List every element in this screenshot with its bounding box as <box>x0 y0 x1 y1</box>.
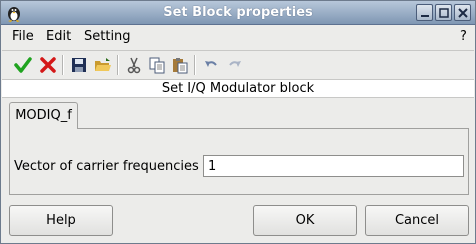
copy-icon[interactable] <box>146 54 168 76</box>
ok-check-icon[interactable] <box>12 54 34 76</box>
toolbar-separator <box>194 55 196 75</box>
toolbar-separator <box>117 55 119 75</box>
title-bar[interactable]: Set Block properties <box>1 1 475 25</box>
param-label-carrier-frequencies: Vector of carrier frequencies <box>14 159 199 174</box>
close-button[interactable] <box>454 4 471 21</box>
menu-bar: File Edit Setting ? <box>2 26 474 48</box>
tab-modiq-f[interactable]: MODIQ_f <box>9 102 78 129</box>
cancel-button[interactable]: Cancel <box>365 205 469 236</box>
cut-icon[interactable] <box>123 54 145 76</box>
menu-help[interactable]: ? <box>460 29 467 44</box>
toolbar <box>2 50 474 78</box>
toolbar-separator <box>62 55 64 75</box>
maximize-button[interactable] <box>435 4 452 21</box>
ok-button[interactable]: OK <box>253 205 357 236</box>
open-folder-icon[interactable] <box>92 54 114 76</box>
carrier-frequencies-input[interactable] <box>203 155 464 177</box>
menu-edit[interactable]: Edit <box>46 29 71 44</box>
tab-panel: Vector of carrier frequencies <box>9 128 469 195</box>
help-button[interactable]: Help <box>9 205 113 236</box>
window-title: Set Block properties <box>163 5 313 20</box>
menu-setting[interactable]: Setting <box>84 29 131 44</box>
undo-icon[interactable] <box>200 54 222 76</box>
save-icon[interactable] <box>68 54 90 76</box>
menu-file[interactable]: File <box>12 29 34 44</box>
redo-icon[interactable] <box>224 54 246 76</box>
paste-icon[interactable] <box>169 54 191 76</box>
minimize-button[interactable] <box>416 4 433 21</box>
block-title: Set I/Q Modulator block <box>2 79 474 98</box>
cancel-x-icon[interactable] <box>37 54 59 76</box>
dialog-window: Set Block properties File Edit Setting ? <box>0 0 476 244</box>
